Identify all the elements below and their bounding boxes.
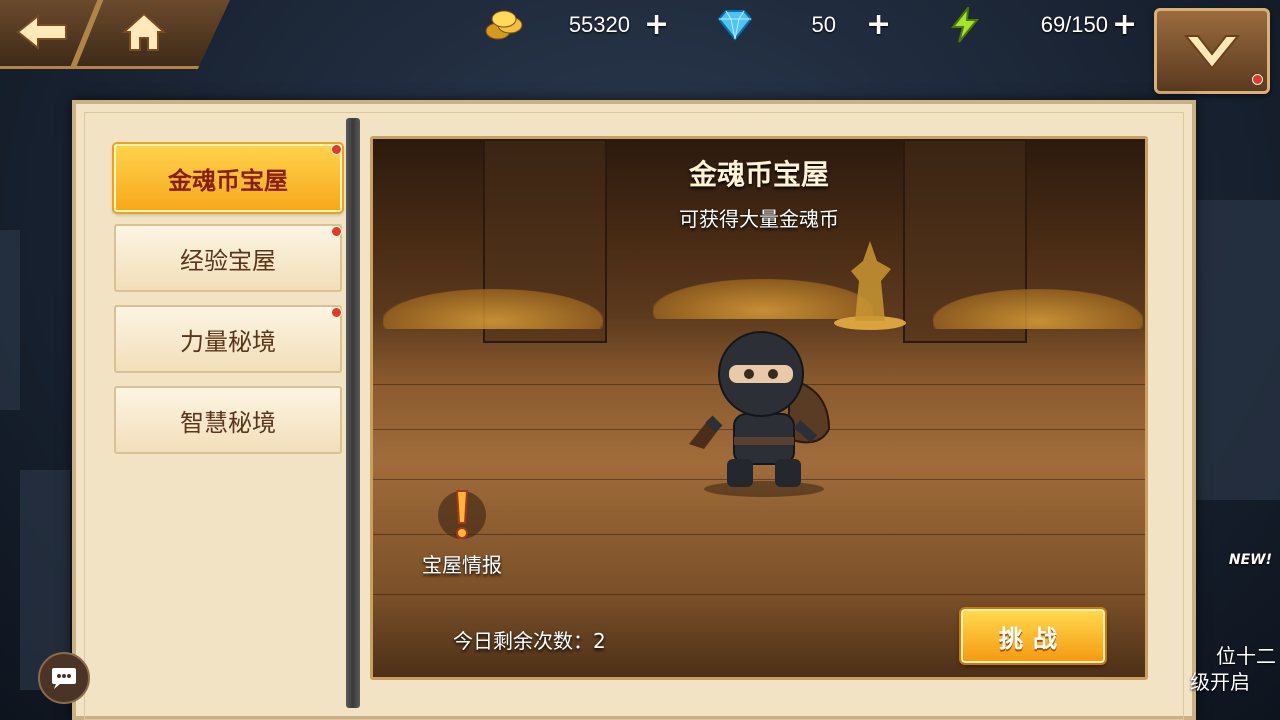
home-button[interactable] (104, 4, 184, 60)
gold-pile (933, 289, 1143, 329)
back-button[interactable] (2, 4, 82, 60)
sidebar-item-label: 力量秘境 (180, 327, 276, 356)
event-label-line2: 级开启 (1190, 670, 1250, 694)
floor-line (373, 594, 1145, 595)
back-arrow-icon (16, 13, 67, 51)
sidebar-item-label: 经验宝屋 (180, 246, 276, 275)
event-entry[interactable]: NEW! 位十二 级开启 (1190, 540, 1280, 694)
sidebar-item-gold-house[interactable]: 金魂币宝屋 (114, 144, 342, 212)
new-badge: NEW! (1228, 552, 1272, 568)
treasure-house-panel: 金魂币宝屋 经验宝屋 力量秘境 智慧秘境 金魂币宝屋 可获得大量金魂币 宝屋情报… (72, 100, 1196, 720)
scene-title: 金魂币宝屋 (688, 158, 829, 191)
background-building-right (1196, 200, 1280, 500)
chevron-down-icon (1183, 35, 1241, 70)
add-gold-button[interactable]: + (644, 10, 669, 40)
diamond-resource: 50 + (716, 8, 891, 42)
diamond-icon (717, 10, 753, 41)
golden-statue-icon (834, 241, 906, 330)
add-energy-button[interactable]: + (1112, 10, 1137, 40)
remaining-attempts: 今日剩余次数：2 (453, 629, 606, 653)
energy-amount: 69/150 (1040, 12, 1108, 37)
scene-subtitle: 可获得大量金魂币 (679, 207, 839, 231)
sidebar-scrollbar[interactable] (346, 118, 360, 708)
background-building-left (0, 230, 20, 410)
gold-pile (383, 289, 603, 329)
house-intel-button[interactable]: 宝屋情报 (407, 487, 517, 578)
menu-expand-button[interactable] (1154, 8, 1270, 94)
diamond-amount: 50 (811, 12, 836, 37)
exclamation-icon (438, 490, 486, 539)
home-icon (121, 12, 167, 51)
sidebar-item-exp-house[interactable]: 经验宝屋 (114, 224, 342, 292)
sidebar-item-strength-realm[interactable]: 力量秘境 (114, 305, 342, 373)
gold-coin-icon (485, 10, 523, 40)
sidebar-item-wisdom-realm[interactable]: 智慧秘境 (114, 386, 342, 454)
sidebar-item-label: 智慧秘境 (180, 408, 276, 437)
gold-resource: 55320 + (484, 8, 669, 42)
notification-dot (331, 226, 342, 237)
notification-dot (331, 144, 342, 155)
lightning-icon (950, 7, 980, 43)
notification-dot (331, 307, 342, 318)
challenge-button[interactable]: 挑战 (961, 609, 1105, 663)
chat-button[interactable] (38, 652, 90, 704)
ninja-character (689, 331, 831, 497)
energy-resource: 69/150 + (948, 7, 1137, 43)
treasure-scene: 金魂币宝屋 可获得大量金魂币 宝屋情报 今日剩余次数：2 挑战 (370, 136, 1148, 680)
gold-amount: 55320 (568, 12, 630, 37)
sidebar-item-label: 金魂币宝屋 (168, 166, 288, 195)
event-label-line1: 位十二 (1216, 644, 1276, 668)
intel-label: 宝屋情报 (422, 553, 502, 577)
notification-dot (1252, 74, 1263, 85)
chat-bubble-icon (52, 668, 76, 689)
add-diamond-button[interactable]: + (866, 10, 891, 40)
